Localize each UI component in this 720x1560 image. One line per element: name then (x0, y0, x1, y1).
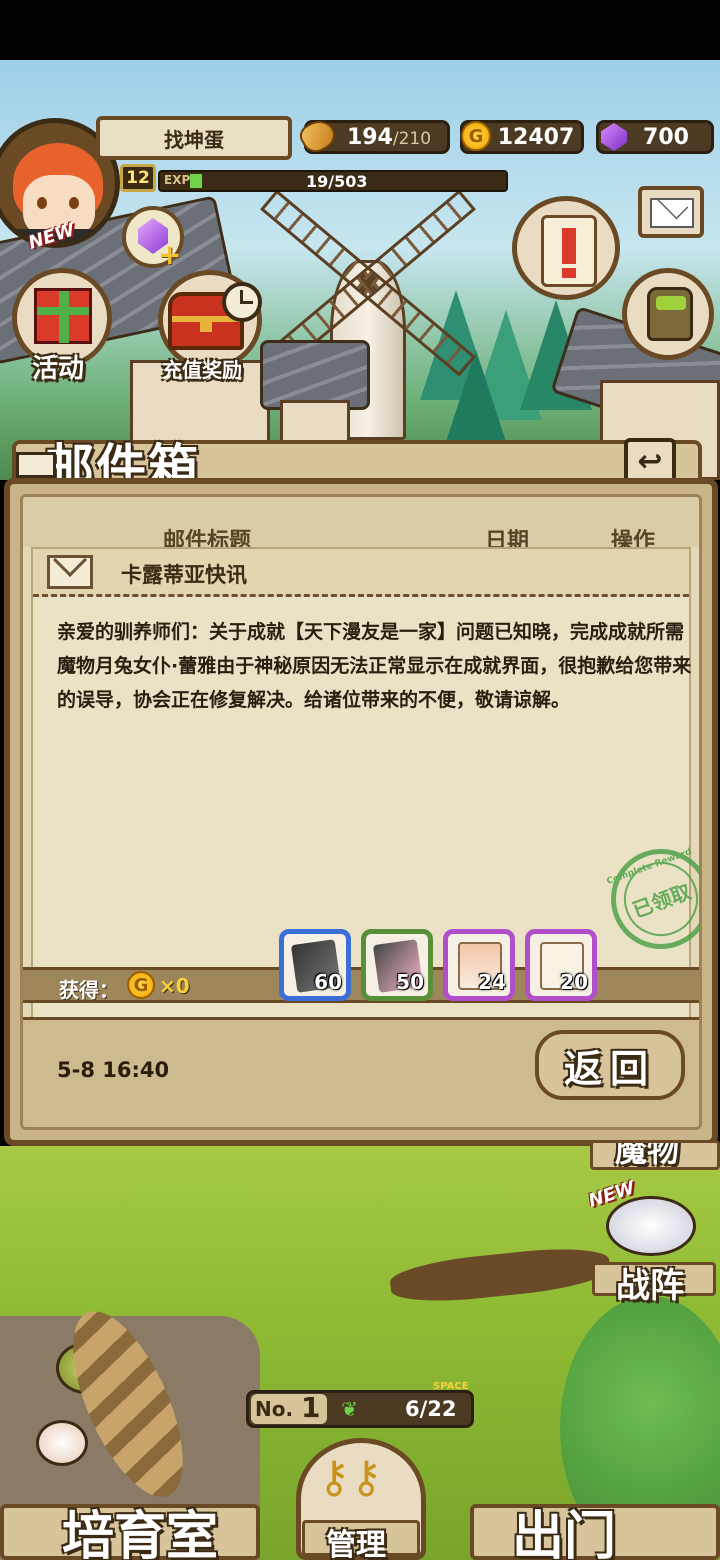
player-name-plate: 找坤蛋 (96, 116, 292, 160)
mail-panel: 邮件标题 日期 操作 卡露蒂亚快讯 亲爱的驯养师们：关于成就【天下漫友是一家】问… (4, 478, 718, 1146)
stamina-max: /210 (392, 128, 432, 149)
exp-bar-fill (190, 174, 202, 188)
gem-icon (601, 123, 627, 151)
reward-item-card[interactable]: 60 (279, 929, 351, 1001)
gold-coin-icon: G (461, 121, 491, 151)
gem-value: 700 (643, 124, 689, 150)
formation-monster-icon (606, 1196, 696, 1256)
space-label: SPACE (433, 1381, 469, 1392)
reward-claimed-stamp: Complete Reward 已领取 (596, 834, 699, 964)
gold-reward: ×0 (159, 974, 190, 998)
mail-table-header: 邮件标题 日期 操作 (23, 497, 699, 554)
manage-label: 管理 (326, 1528, 386, 1560)
monster-tab[interactable]: 魔物 (590, 1140, 720, 1170)
stamina-pill[interactable]: 194/210 (295, 114, 450, 158)
level-value: 12 (126, 168, 150, 188)
gift-icon (34, 288, 92, 344)
activity-button[interactable]: 活动 (10, 268, 116, 386)
egg-icon (36, 1420, 88, 1466)
mail-button[interactable] (638, 186, 704, 238)
gold-pill[interactable]: G 12407 (460, 120, 584, 154)
envelope-icon (650, 188, 694, 228)
reward-item-card[interactable]: 24 (443, 929, 515, 1001)
plus-icon: + (158, 238, 182, 271)
reward-item-card[interactable]: 20 (525, 929, 597, 1001)
no-value: 1 (301, 1391, 321, 1424)
backpack-icon (647, 287, 693, 341)
backpack-button[interactable] (622, 268, 714, 360)
nursery-label: 培育室 (62, 1506, 219, 1560)
keys-icon: ⚷⚷ (318, 1452, 383, 1503)
reward-item-card[interactable]: 50 (361, 929, 433, 1001)
manage-button[interactable]: ⚷⚷ 管理 (296, 1438, 426, 1560)
gold-value: 12407 (497, 124, 575, 150)
monster-count-plate: No. 1 ❦ SPACE 6/22 (246, 1381, 474, 1428)
mail-footer: 5-8 16:40 返回 (23, 1017, 699, 1127)
obtain-label: 获得： (59, 978, 119, 1002)
gem-pill[interactable]: 700 (596, 120, 714, 154)
mail-date: 5-8 16:40 (57, 1058, 170, 1082)
go-out-button[interactable]: 出门 (470, 1486, 720, 1560)
recharge-reward-label: 充值奖励 (162, 358, 242, 382)
status-bar (0, 0, 720, 60)
go-out-label: 出门 (512, 1506, 617, 1560)
sprout-icon: ❦ (341, 1397, 358, 1421)
return-button[interactable]: 返回 (535, 1030, 685, 1100)
item-count: 20 (560, 970, 588, 994)
formation-button[interactable]: NEW 战阵 (582, 1177, 720, 1306)
level-badge: 12 (120, 164, 156, 192)
player-name: 找坤蛋 (164, 127, 224, 152)
monster-label: 魔物 (615, 1140, 680, 1169)
item-count: 24 (478, 970, 506, 994)
item-count: 50 (396, 970, 424, 994)
nursery-button[interactable]: 培育室 (0, 1486, 260, 1560)
quest-scroll-button[interactable] (512, 196, 620, 300)
activity-label: 活动 (32, 354, 85, 384)
mail-body: 亲爱的驯养师们：关于成就【天下漫友是一家】问题已知晓，完成成就所需魔物月兔女仆·… (57, 621, 692, 711)
no-label: No. (255, 1397, 294, 1421)
scroll-icon (541, 215, 597, 287)
return-arrow-icon: ↩ (637, 443, 663, 479)
formation-label: 战阵 (616, 1266, 684, 1306)
space-value: 6/22 (405, 1397, 457, 1421)
stamina-current: 194 (346, 124, 393, 150)
add-gem-button[interactable]: + (122, 206, 184, 271)
mail-title-row: 卡露蒂亚快讯 (33, 543, 689, 597)
exp-value: 19/503 (306, 172, 368, 191)
gold-coin-icon: G (127, 971, 155, 999)
return-button-label: 返回 (563, 1045, 656, 1091)
mail-title: 卡露蒂亚快讯 (121, 563, 247, 587)
recharge-reward-button[interactable]: 充值奖励 (152, 270, 272, 388)
exp-bar: EXP 19/503 (158, 170, 508, 192)
item-count: 60 (314, 970, 342, 994)
clock-icon (222, 282, 262, 322)
envelope-icon (16, 452, 56, 478)
exp-label: EXP (164, 173, 191, 187)
envelope-icon (47, 543, 93, 589)
